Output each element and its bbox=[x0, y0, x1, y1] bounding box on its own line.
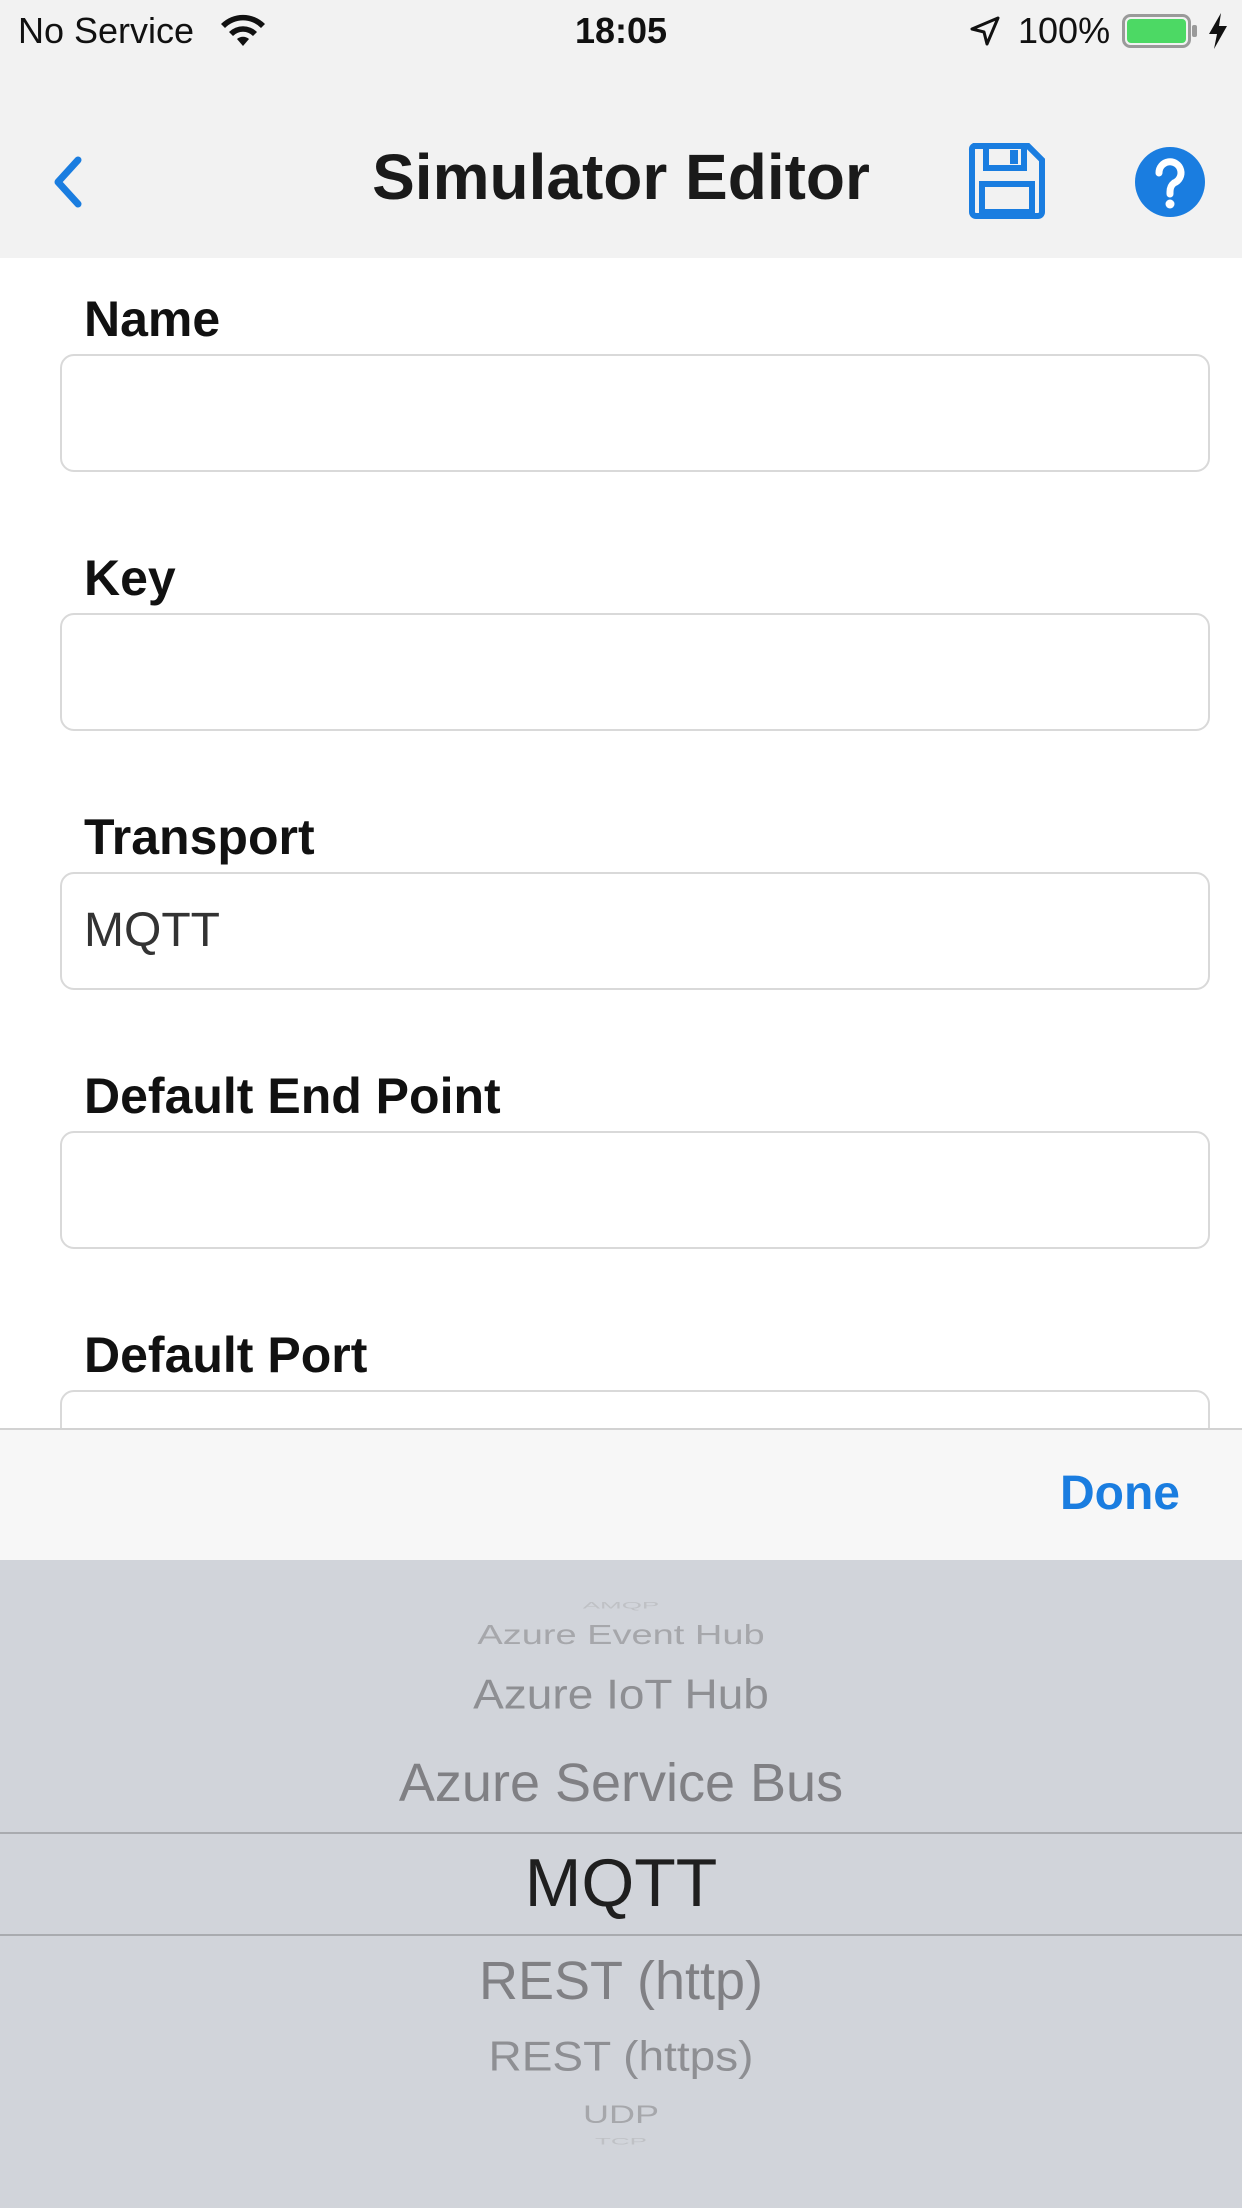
key-field[interactable] bbox=[60, 613, 1210, 731]
question-circle-icon[interactable] bbox=[1134, 146, 1206, 218]
simulator-form: Name Key Transport MQTT Default End Poin… bbox=[0, 258, 1242, 1428]
name-label: Name bbox=[84, 291, 221, 347]
default-port-label: Default Port bbox=[84, 1327, 368, 1383]
battery-percent: 100% bbox=[1018, 10, 1111, 51]
picker-option[interactable]: Azure IoT Hub bbox=[0, 1670, 1242, 1719]
navigation-bar: Simulator Editor bbox=[0, 62, 1242, 258]
picker-option[interactable]: Azure Service Bus bbox=[0, 1752, 1242, 1814]
picker-option[interactable]: REST (https) bbox=[0, 2032, 1242, 2081]
key-label: Key bbox=[84, 550, 176, 606]
transport-label: Transport bbox=[84, 809, 315, 865]
floppy-disk-icon[interactable] bbox=[968, 142, 1046, 220]
default-end-point-label: Default End Point bbox=[84, 1068, 501, 1124]
picker-toolbar: Done bbox=[0, 1428, 1242, 1562]
location-arrow-icon bbox=[970, 16, 1000, 46]
name-field[interactable] bbox=[60, 354, 1210, 472]
picker-option[interactable]: AMQP bbox=[0, 1600, 1242, 1611]
status-bar: No Service 18:05 100% bbox=[0, 0, 1242, 62]
picker-option-selected[interactable]: MQTT bbox=[0, 1844, 1242, 1922]
picker-option[interactable]: REST (http) bbox=[0, 1950, 1242, 2012]
battery-icon bbox=[1122, 14, 1197, 48]
done-button[interactable]: Done bbox=[1060, 1466, 1180, 1521]
page-title: Simulator Editor bbox=[372, 141, 870, 213]
picker-option[interactable]: TCP bbox=[0, 2136, 1242, 2147]
transport-field[interactable]: MQTT bbox=[60, 872, 1210, 990]
default-end-point-field[interactable] bbox=[60, 1131, 1210, 1249]
picker-option[interactable]: Azure Event Hub bbox=[0, 1620, 1242, 1651]
transport-picker[interactable]: AMQP Azure Event Hub Azure IoT Hub Azure… bbox=[0, 1560, 1242, 2208]
default-port-field[interactable] bbox=[60, 1390, 1210, 1428]
charging-bolt-icon bbox=[1209, 13, 1227, 49]
picker-option[interactable]: UDP bbox=[0, 2100, 1242, 2129]
